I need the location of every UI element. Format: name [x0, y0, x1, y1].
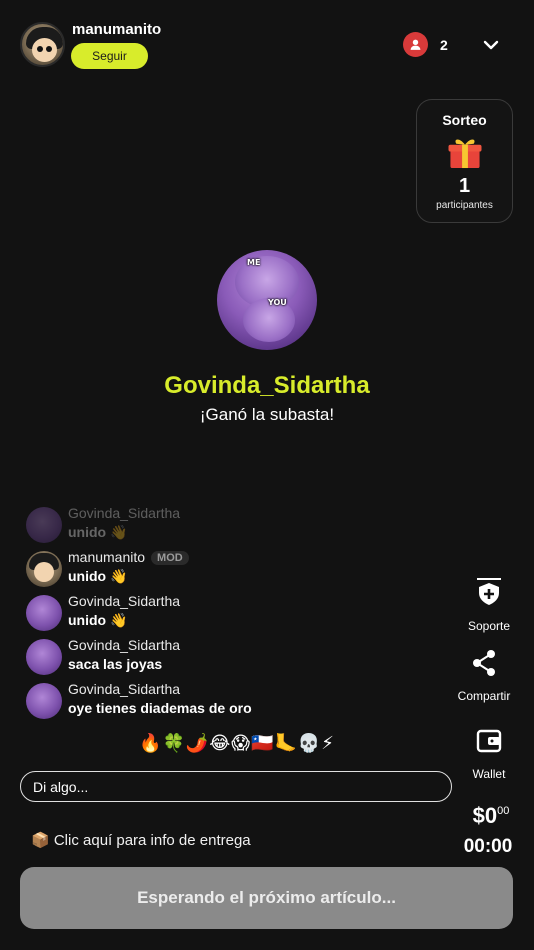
chat-text: oye tienes diademas de oro	[68, 700, 252, 716]
giveaway-card[interactable]: Sorteo 1 participantes	[416, 99, 513, 223]
chat-message: Govinda_Sidartha saca las joyas	[26, 637, 446, 677]
host-avatar[interactable]	[20, 22, 65, 67]
wallet-icon	[476, 729, 502, 753]
user-avatar[interactable]	[26, 551, 62, 587]
share-icon	[473, 650, 495, 676]
follow-button[interactable]: Seguir	[71, 43, 148, 69]
share-button[interactable]: Compartir	[444, 648, 524, 703]
giveaway-participants-label: participantes	[436, 200, 493, 211]
waiting-status-button[interactable]: Esperando el próximo artículo...	[20, 867, 513, 929]
delivery-info-link[interactable]: 📦 Clic aquí para info de entrega	[31, 831, 251, 849]
support-label: Soporte	[467, 619, 511, 633]
chat-text: saca las joyas	[68, 656, 163, 672]
winner-avatar-bottom-text: YOU	[268, 298, 287, 307]
chat-message: Govinda_Sidartha unido 👋	[26, 593, 446, 633]
chat-username[interactable]: Govinda_Sidartha	[68, 505, 180, 521]
winner-avatar-top-text: ME	[247, 258, 261, 267]
giveaway-participant-count: 1	[458, 175, 471, 197]
chat-message: manumanito MOD unido 👋	[26, 549, 446, 589]
current-price: $000	[472, 803, 510, 828]
wallet-button[interactable]: Wallet	[449, 726, 529, 781]
gift-icon	[448, 139, 482, 169]
chat-input[interactable]	[20, 771, 452, 802]
chat-username[interactable]: Govinda_Sidartha	[68, 681, 180, 697]
chat-text: unido 👋	[68, 568, 128, 584]
user-avatar[interactable]	[26, 507, 62, 543]
chevron-down-icon[interactable]	[480, 34, 502, 56]
chat-username[interactable]: Govinda_Sidartha	[68, 637, 180, 653]
winner-subtitle: ¡Ganó la subasta!	[199, 405, 335, 424]
price-cents: 00	[497, 805, 510, 817]
wallet-label: Wallet	[472, 767, 506, 781]
user-avatar[interactable]	[26, 595, 62, 631]
stream-header: manumanito Seguir 2	[20, 20, 514, 70]
user-avatar[interactable]	[26, 683, 62, 719]
viewer-count: 2	[440, 37, 448, 53]
winner-avatar: ME YOU	[217, 250, 317, 350]
winner-name: Govinda_Sidartha	[164, 372, 370, 399]
chat-text: unido 👋	[68, 612, 128, 628]
mod-badge: MOD	[151, 551, 189, 565]
emoji-reaction-bar[interactable]: 🔥🍀🌶️😂😱🇨🇱🦶💀⚡	[0, 733, 474, 754]
auction-timer: 00:00	[463, 836, 513, 857]
share-label: Compartir	[457, 689, 511, 703]
chat-message: Govinda_Sidartha oye tienes diademas de …	[26, 681, 446, 721]
user-avatar[interactable]	[26, 639, 62, 675]
chat-username[interactable]: Govinda_Sidartha	[68, 593, 180, 609]
chat-message: Govinda_Sidartha unido 👋	[26, 505, 446, 545]
host-name[interactable]: manumanito	[72, 21, 161, 38]
chat-username[interactable]: manumanito MOD	[68, 549, 189, 565]
viewers-icon[interactable]	[403, 32, 428, 57]
shield-plus-icon	[477, 578, 501, 605]
chat-text: unido 👋	[68, 524, 128, 540]
support-button[interactable]: Soporte	[449, 578, 529, 633]
giveaway-title: Sorteo	[442, 112, 487, 128]
